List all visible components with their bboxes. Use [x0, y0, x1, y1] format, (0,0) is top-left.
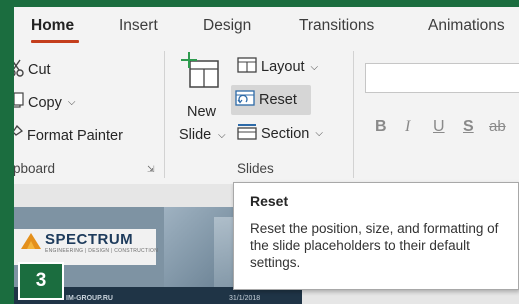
logo-mark-icon — [19, 231, 43, 256]
bold-button[interactable]: B — [375, 118, 387, 136]
cut-label: Cut — [28, 62, 51, 78]
copy-label: Copy — [28, 94, 62, 111]
slides-group-label: Slides — [237, 161, 274, 176]
layout-icon — [237, 57, 257, 77]
copy-button[interactable]: Copy ⌵ — [14, 92, 75, 113]
step-number-badge: 3 — [18, 262, 64, 300]
strikethrough-button[interactable]: ab — [489, 118, 506, 135]
slide-footer-date: 31/1/2018 — [229, 295, 261, 302]
layout-button[interactable]: Layout ⌵ — [237, 57, 318, 77]
new-slide-label-line1: New — [187, 104, 217, 120]
copy-icon — [14, 92, 24, 113]
clipboard-group-label: pboard — [14, 161, 56, 176]
tab-animations[interactable]: Animations — [428, 17, 505, 35]
tab-insert[interactable]: Insert — [119, 17, 158, 35]
group-divider — [353, 51, 354, 178]
reset-label: Reset — [259, 92, 297, 108]
paintbrush-icon — [14, 124, 24, 146]
section-icon — [237, 123, 257, 144]
reset-icon — [235, 90, 255, 110]
italic-button[interactable]: I — [405, 118, 410, 136]
font-name-box[interactable] — [365, 63, 519, 93]
layout-label: Layout — [261, 59, 305, 75]
ribbon-tabbar: Home Insert Design Transitions Animation… — [14, 7, 519, 43]
shadow-button[interactable]: S — [463, 118, 474, 136]
reset-button[interactable]: Reset — [235, 90, 297, 110]
tooltip-title: Reset — [250, 193, 289, 209]
cut-button[interactable]: Cut — [14, 59, 51, 81]
tab-home[interactable]: Home — [31, 17, 74, 35]
slide-logo-text: SPECTRUM — [45, 231, 134, 248]
new-slide-button[interactable]: New Slide ⌵ — [178, 51, 230, 151]
new-slide-label-line2: Slide — [179, 127, 212, 143]
new-slide-icon — [180, 51, 220, 96]
chevron-down-icon[interactable]: ⌵ — [68, 97, 76, 108]
slide-logo-subtitle: ENGINEERING | DESIGN | CONSTRUCTION — [45, 248, 159, 254]
tab-design[interactable]: Design — [203, 17, 251, 35]
app-window: Home Insert Design Transitions Animation… — [0, 0, 519, 304]
chevron-down-icon: ⌵ — [315, 128, 323, 139]
group-divider — [164, 51, 165, 178]
underline-button[interactable]: U — [433, 118, 445, 136]
slide-footer-website: IM-GROUP.RU — [66, 295, 113, 302]
format-painter-label: Format Painter — [27, 127, 123, 144]
section-button[interactable]: Section ⌵ — [237, 123, 323, 144]
chevron-down-icon: ⌵ — [218, 130, 226, 141]
tab-transitions[interactable]: Transitions — [299, 17, 374, 35]
scissors-icon — [14, 59, 24, 81]
reset-tooltip: Reset Reset the position, size, and form… — [233, 182, 519, 290]
format-painter-button[interactable]: Format Painter — [14, 124, 123, 146]
tooltip-body: Reset the position, size, and formatting… — [250, 221, 499, 270]
dialog-launcher-icon[interactable]: ⇲ — [147, 164, 155, 175]
section-label: Section — [261, 125, 310, 142]
chevron-down-icon: ⌵ — [310, 61, 319, 73]
